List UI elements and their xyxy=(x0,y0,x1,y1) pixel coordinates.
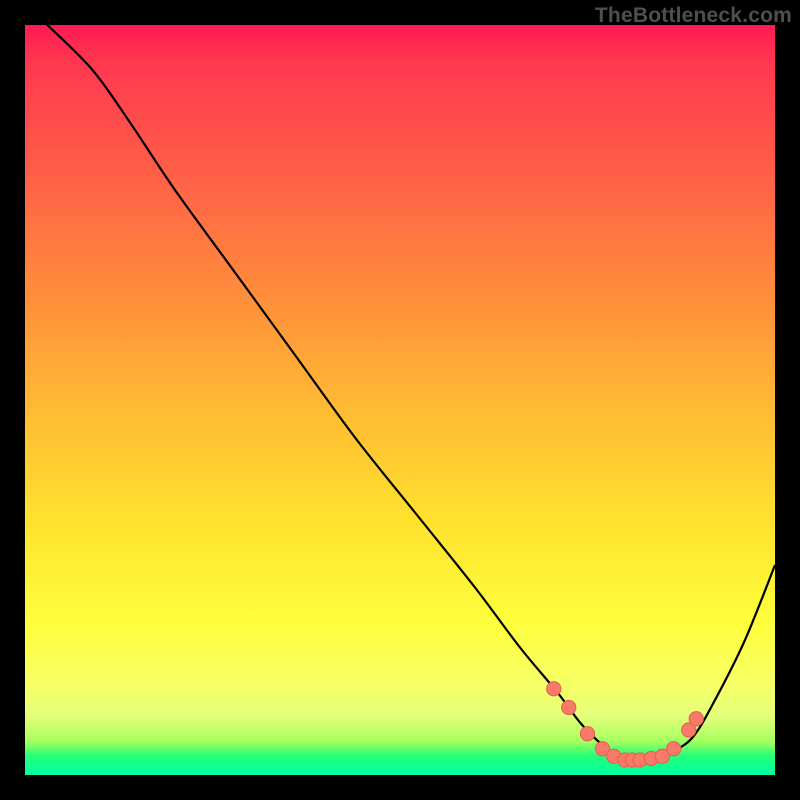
watermark-text: TheBottleneck.com xyxy=(595,4,792,28)
plot-area xyxy=(25,25,775,775)
curve-marker xyxy=(562,700,576,714)
chart-frame: TheBottleneck.com xyxy=(0,0,800,800)
curve-marker xyxy=(667,742,681,756)
curve-markers xyxy=(547,682,704,768)
bottleneck-curve xyxy=(25,3,775,762)
curve-marker xyxy=(689,712,703,726)
curve-layer xyxy=(25,25,775,775)
curve-marker xyxy=(580,727,594,741)
curve-marker xyxy=(547,682,561,696)
